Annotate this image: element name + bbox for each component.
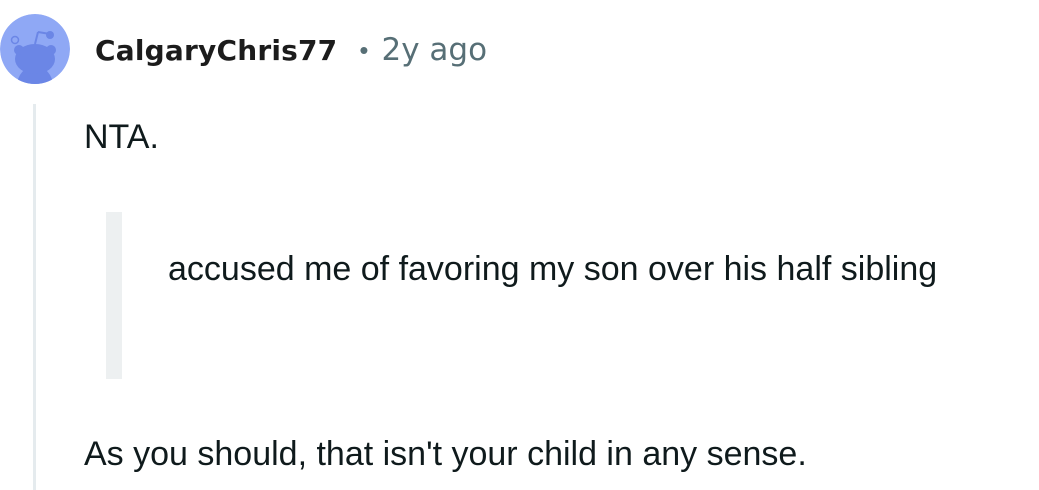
blockquote-text: accused me of favoring my son over his h…: [168, 250, 938, 288]
thread-line[interactable]: [33, 104, 36, 490]
comment-header: CalgaryChris77 • 2y ago: [95, 28, 487, 72]
user-avatar[interactable]: [0, 14, 70, 84]
comment-paragraph: NTA.: [84, 118, 159, 156]
username-link[interactable]: CalgaryChris77: [95, 34, 337, 67]
comment-timestamp[interactable]: 2y ago: [381, 32, 487, 68]
blockquote-bar: [106, 212, 122, 379]
separator-dot: •: [359, 35, 369, 65]
snoo-avatar-icon: [0, 14, 70, 84]
comment-paragraph: As you should, that isn't your child in …: [84, 435, 807, 473]
